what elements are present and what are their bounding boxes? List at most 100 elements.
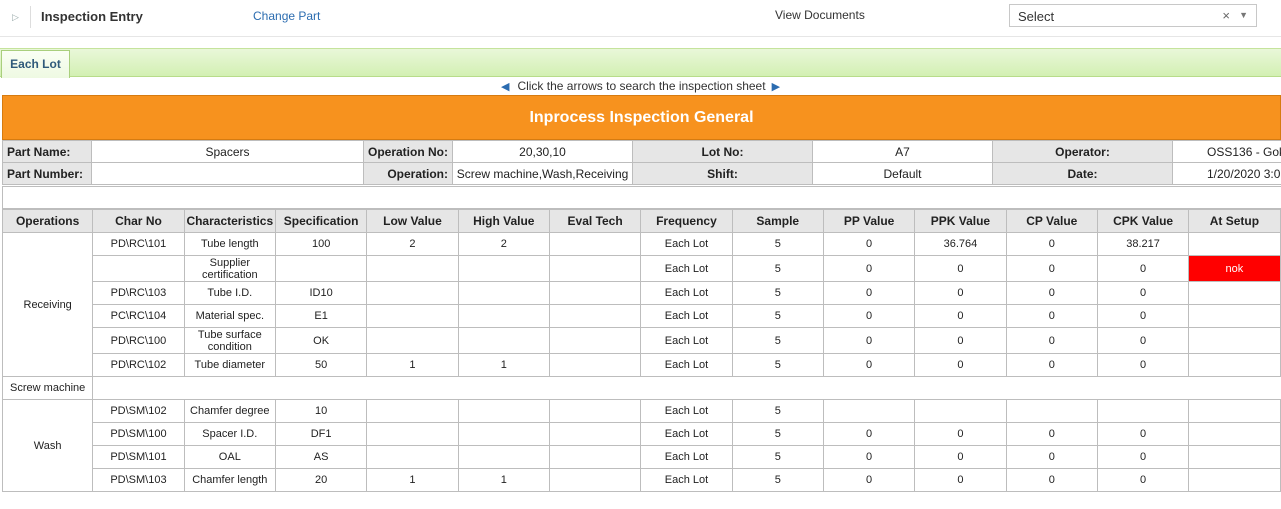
date-value: 1/20/2020 3:0 [1172,162,1281,185]
cell-pp-value: 0 [822,445,916,469]
cell-char-no: PD\SM\103 [92,468,185,492]
column-header-high-value: High Value [457,209,550,233]
document-select-value: Select [1018,9,1055,24]
table-row: PD\SM\100 Spacer I.D. DF1 Each Lot 5 0 0 0 0 [3,422,1281,446]
cell-ppk-value: 0 [914,422,1007,446]
cell-cpk-value: 0 [1096,445,1190,469]
cell-ppk-value: 0 [914,327,1007,354]
part-name-label: Part Name: [2,140,92,163]
cell-specification: DF1 [274,422,368,446]
cell-pp-value: 0 [822,255,916,282]
cell-ppk-value: 0 [914,445,1007,469]
cell-eval-tech [548,281,642,305]
column-header-pp-value: PP Value [822,209,916,233]
cell-char-no: PD\SM\101 [92,445,185,469]
cell-frequency: Each Lot [640,232,733,256]
expand-panel-icon[interactable]: ▷ [12,10,22,24]
cell-cpk-value: 0 [1096,327,1190,354]
cell-at-setup [1188,422,1281,446]
change-part-link[interactable]: Change Part [253,9,320,23]
table-row: PD\RC\103 Tube I.D. ID10 Each Lot 5 0 0 0 0 [3,281,1281,305]
cell-characteristic: Supplier certification [183,255,276,282]
cell-characteristic: Tube length [183,232,276,256]
cell-at-setup [1188,232,1281,256]
top-toolbar: ▷ Inspection Entry Change Part View Docu… [0,0,1281,37]
search-hint: ◀ Click the arrows to search the inspecti… [0,79,1281,93]
cell-cp-value: 0 [1005,281,1098,305]
previous-arrow-icon[interactable]: ◀ [501,80,509,93]
cell-sample: 5 [731,327,824,354]
cell-sample: 5 [731,304,824,328]
operation-no-value: 20,30,10 [452,140,633,163]
column-header-frequency: Frequency [640,209,733,233]
cell-specification: E1 [274,304,368,328]
cell-pp-value: 0 [822,468,916,492]
cell-ppk-value: 0 [914,304,1007,328]
chevron-down-icon[interactable]: ▼ [1239,10,1248,20]
part-info-table: Part Name: Spacers Operation No: 20,30,1… [2,140,1281,185]
cell-eval-tech [548,353,642,377]
cell-eval-tech [548,422,642,446]
cell-eval-tech [548,255,642,282]
operation-no-label: Operation No: [363,140,453,163]
cell-sample: 5 [731,353,824,377]
cell-cpk-value: 0 [1096,281,1190,305]
cell-char-no: PD\RC\102 [92,353,185,377]
cell-ppk-value: 0 [914,468,1007,492]
cell-cp-value: 0 [1005,422,1098,446]
cell-cpk-value: 0 [1096,468,1190,492]
cell-high-value: 1 [457,353,550,377]
cell-frequency: Each Lot [640,468,733,492]
cell-sample: 5 [731,399,824,423]
cell-cp-value: 0 [1005,327,1098,354]
cell-frequency: Each Lot [640,422,733,446]
cell-frequency: Each Lot [640,304,733,328]
table-row: Wash PD\SM\102 Chamfer degree 10 Each Lot 5 [1,399,1281,492]
part-name-value: Spacers [91,140,364,163]
cell-char-no: PD\RC\100 [92,327,185,354]
cell-cp-value: 0 [1005,353,1098,377]
inspection-grid: Operations Char No Characteristics Specific… [1,209,1281,492]
cell-at-setup: nok [1188,255,1281,282]
column-header-cpk-value: CPK Value [1096,209,1190,233]
cell-char-no [92,255,185,282]
column-header-cp-value: CP Value [1005,209,1098,233]
cell-frequency: Each Lot [640,445,733,469]
cell-pp-value [822,399,916,423]
cell-eval-tech [548,399,642,423]
cell-pp-value: 0 [822,422,916,446]
column-header-characteristics: Characteristics [183,209,276,233]
cell-cpk-value: 0 [1096,255,1190,282]
cell-pp-value: 0 [822,232,916,256]
toolbar-divider [30,6,31,28]
cell-characteristic: Spacer I.D. [183,422,276,446]
document-select[interactable]: Select × ▼ [1009,4,1257,27]
page-title: Inspection Entry [41,9,143,24]
cell-low-value [366,445,459,469]
cell-pp-value: 0 [822,327,916,354]
clear-icon[interactable]: × [1222,8,1230,23]
table-row: PD\SM\103 Chamfer length 20 1 1 Each Lot 5 0 0 0 0 [3,468,1281,492]
cell-low-value [366,399,459,423]
cell-cpk-value [1096,399,1190,423]
cell-at-setup [1188,304,1281,328]
cell-cp-value [1005,399,1098,423]
cell-cp-value: 0 [1005,445,1098,469]
column-header-eval-tech: Eval Tech [548,209,642,233]
section-spacer [2,186,1281,209]
lot-no-value: A7 [812,140,993,163]
cell-ppk-value [914,399,1007,423]
operator-label: Operator: [992,140,1173,163]
cell-frequency: Each Lot [640,399,733,423]
column-header-char-no: Char No [92,209,185,233]
next-arrow-icon[interactable]: ▶ [772,80,780,93]
date-label: Date: [992,162,1173,185]
column-header-operations: Operations [1,209,94,233]
cell-high-value [457,255,550,282]
view-documents-button[interactable]: View Documents [775,8,865,22]
operation-group-label: Receiving [1,232,94,377]
tab-each-lot[interactable]: Each Lot [1,50,70,78]
cell-sample: 5 [731,255,824,282]
cell-ppk-value: 0 [914,353,1007,377]
table-row: PC\RC\104 Material spec. E1 Each Lot 5 0 0 0 0 [3,304,1281,328]
